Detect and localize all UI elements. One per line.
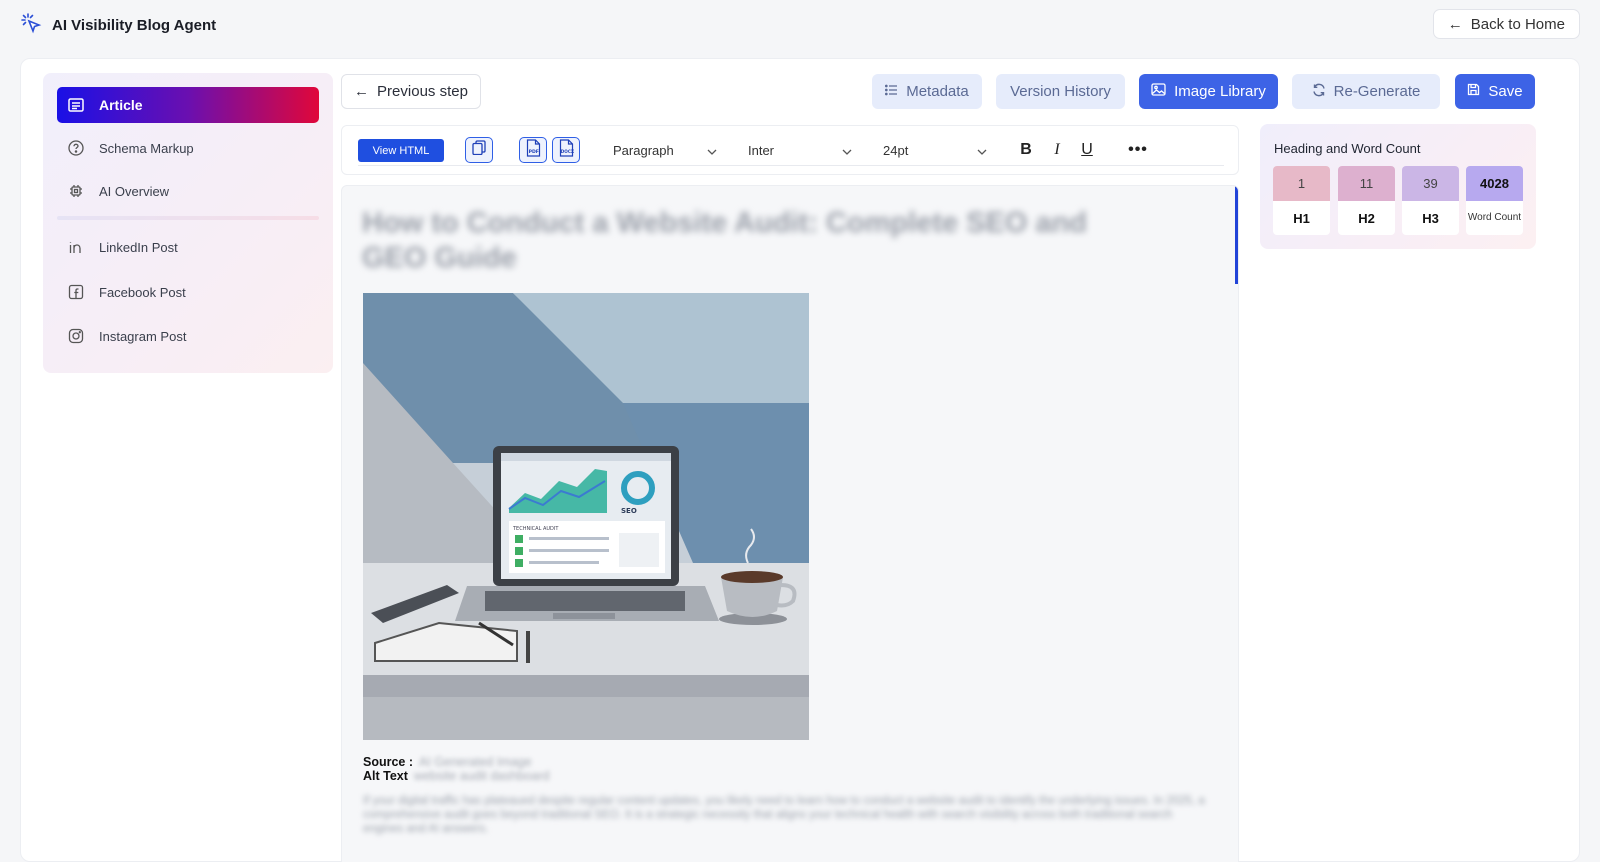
block-format-value: Paragraph: [613, 142, 674, 158]
stat-label: H3: [1422, 210, 1439, 226]
sidebar-item-ai-overview[interactable]: AI Overview: [57, 173, 319, 209]
image-source-label: Source :: [363, 755, 414, 769]
font-size-value: 24pt: [883, 142, 909, 158]
save-label: Save: [1488, 83, 1523, 100]
article-title[interactable]: How to Conduct a Website Audit: Complete…: [362, 206, 1152, 276]
help-circle-icon: [67, 139, 85, 157]
sidebar-item-label: AI Overview: [99, 183, 170, 199]
top-bar: AI Visibility Blog Agent ← Back to Home: [0, 0, 1600, 46]
stat-value: 4028: [1466, 166, 1523, 201]
sidebar: Article Schema Markup AI Overview Linked…: [43, 73, 333, 373]
italic-icon[interactable]: I: [1046, 138, 1068, 162]
sidebar-item-facebook-post[interactable]: Facebook Post: [57, 274, 319, 310]
copy-icon: [472, 140, 486, 160]
export-pdf-button[interactable]: PDF: [519, 137, 547, 163]
sidebar-item-linkedin-post[interactable]: LinkedIn Post: [57, 229, 319, 265]
image-alt-text: Alt Text website audit dashboard: [363, 769, 549, 783]
image-icon: [1151, 83, 1166, 100]
arrow-left-icon: ←: [354, 83, 370, 100]
sidebar-item-instagram-post[interactable]: Instagram Post: [57, 318, 319, 354]
stat-card-word-count: 4028 Word Count: [1466, 166, 1523, 235]
hero-screen-heading: TECHNICAL AUDIT: [512, 526, 559, 532]
previous-step-button[interactable]: ← Previous step: [341, 74, 481, 109]
sidebar-item-label: Article: [99, 97, 143, 113]
stat-value: 39: [1402, 166, 1459, 201]
svg-text:PDF: PDF: [528, 149, 538, 155]
docx-icon: DOCX: [559, 138, 574, 162]
metadata-button[interactable]: Metadata: [872, 74, 982, 109]
image-source-value: AI Generated Image: [419, 755, 532, 769]
refresh-icon: [1312, 83, 1326, 101]
stat-label: H1: [1293, 210, 1310, 226]
image-alt-value: website audit dashboard: [413, 769, 550, 783]
brand: AI Visibility Blog Agent: [20, 12, 216, 39]
stat-value: 11: [1338, 166, 1395, 201]
sidebar-item-article[interactable]: Article: [57, 87, 319, 123]
previous-step-label: Previous step: [377, 83, 468, 100]
sidebar-item-label: Facebook Post: [99, 284, 186, 300]
stat-card-h3: 39 H3: [1402, 166, 1459, 235]
sidebar-item-label: Instagram Post: [99, 328, 187, 344]
version-history-label: Version History: [1010, 83, 1111, 100]
export-docx-button[interactable]: DOCX: [552, 137, 580, 163]
cursor-click-icon: [20, 12, 42, 39]
article-editor[interactable]: How to Conduct a Website Audit: Complete…: [341, 185, 1239, 862]
image-library-label: Image Library: [1174, 83, 1266, 100]
stats-title: Heading and Word Count: [1274, 141, 1421, 156]
regenerate-label: Re-Generate: [1333, 83, 1421, 100]
version-history-button[interactable]: Version History: [996, 74, 1125, 109]
sidebar-item-label: LinkedIn Post: [99, 239, 178, 255]
view-html-button[interactable]: View HTML: [358, 139, 444, 162]
list-icon: [885, 83, 898, 100]
pdf-icon: PDF: [526, 138, 541, 162]
block-format-select[interactable]: Paragraph: [613, 139, 717, 161]
image-library-button[interactable]: Image Library: [1139, 74, 1278, 109]
instagram-icon: [67, 327, 85, 345]
article-body-paragraph[interactable]: If your digital traffic has plateaued de…: [363, 794, 1215, 836]
font-size-select[interactable]: 24pt: [883, 139, 987, 161]
stat-card-h2: 11 H2: [1338, 166, 1395, 235]
sidebar-item-label: Schema Markup: [99, 140, 194, 156]
metadata-label: Metadata: [906, 83, 969, 100]
svg-text:DOCX: DOCX: [560, 149, 573, 154]
chevron-down-icon: [842, 143, 852, 158]
article-icon: [67, 96, 85, 114]
heading-word-count-panel: Heading and Word Count 1 H1 11 H2 39 H3 …: [1260, 124, 1536, 249]
arrow-left-icon: ←: [1447, 15, 1463, 33]
save-button[interactable]: Save: [1455, 74, 1535, 109]
article-hero-image[interactable]: SEO TECHNICAL AUDIT: [363, 293, 809, 740]
stat-label: H2: [1358, 210, 1375, 226]
stat-label: Word Count: [1467, 212, 1522, 223]
floppy-disk-icon: [1467, 83, 1480, 100]
back-to-home-button[interactable]: ← Back to Home: [1432, 9, 1580, 39]
sidebar-divider: [57, 216, 319, 220]
editor-toolbar: View HTML PDF DOCX Paragraph Inter 24pt: [341, 125, 1239, 175]
bold-icon[interactable]: B: [1015, 138, 1037, 162]
editor-scroll-indicator: [1235, 186, 1238, 284]
more-icon[interactable]: •••: [1127, 138, 1149, 162]
main-panel: Article Schema Markup AI Overview Linked…: [20, 58, 1580, 862]
chevron-down-icon: [977, 143, 987, 158]
image-alt-label: Alt Text: [363, 769, 408, 783]
sidebar-item-schema-markup[interactable]: Schema Markup: [57, 130, 319, 166]
font-family-value: Inter: [748, 142, 775, 158]
chevron-down-icon: [707, 143, 717, 158]
facebook-icon: [67, 283, 85, 301]
underline-icon[interactable]: U: [1076, 138, 1098, 162]
stat-card-h1: 1 H1: [1273, 166, 1330, 235]
hero-screen-badge: SEO: [621, 507, 637, 515]
font-family-select[interactable]: Inter: [748, 139, 852, 161]
chip-icon: [67, 182, 85, 200]
linkedin-icon: [67, 238, 85, 256]
copy-button[interactable]: [465, 137, 493, 163]
back-to-home-label: Back to Home: [1470, 15, 1565, 33]
app-title: AI Visibility Blog Agent: [52, 17, 217, 34]
toolbar-divider: [358, 165, 1224, 166]
regenerate-button[interactable]: Re-Generate: [1292, 74, 1440, 109]
image-source: Source : AI Generated Image: [363, 755, 532, 769]
stat-value: 1: [1273, 166, 1330, 201]
